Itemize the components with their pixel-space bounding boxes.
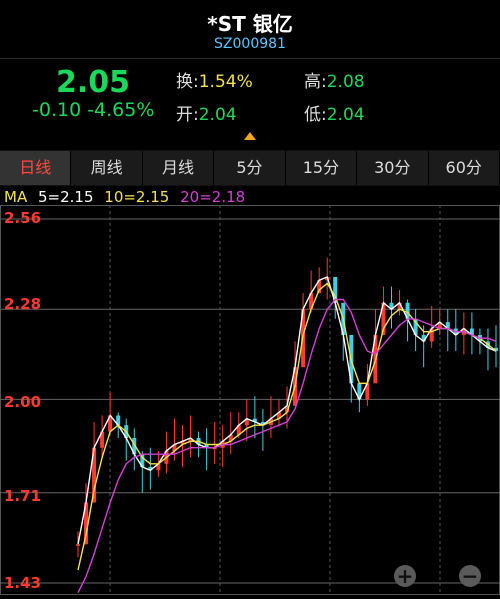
price-change: -0.10 -4.65% (32, 99, 155, 121)
zoom-in-button[interactable]: + (394, 565, 416, 587)
kline-chart[interactable]: 2.56 2.28 2.00 1.71 1.43 (0, 205, 500, 595)
tab-day[interactable]: 日线 (0, 151, 72, 185)
ma20-value: 20=2.18 (180, 188, 246, 206)
ma20-line (77, 298, 497, 594)
open-label: 开: (176, 105, 199, 125)
header: *ST 银亿 SZ000981 (0, 0, 500, 58)
quote-panel: 2.05 -0.10 -4.65% 换:1.54% 高:2.08 开:2.04 … (0, 59, 500, 140)
chart-frame (0, 205, 500, 595)
y-tick-label: 1.43 (4, 574, 42, 592)
tab-week[interactable]: 周线 (71, 151, 143, 185)
stock-code: SZ000981 (214, 36, 286, 52)
chart-svg (0, 205, 500, 595)
ma5-value: 5=2.15 (37, 188, 94, 206)
y-tick-label: 1.71 (4, 487, 42, 505)
open-stat: 开:2.04 (176, 100, 237, 125)
high-stat: 高:2.08 (304, 67, 365, 92)
low-label: 低: (304, 105, 327, 125)
zoom-out-button[interactable]: − (459, 565, 481, 587)
tab-5min[interactable]: 5分 (214, 151, 286, 185)
high-value: 2.08 (326, 72, 365, 92)
turnover-label: 换: (176, 72, 199, 92)
y-tick-label: 2.56 (4, 209, 42, 227)
tab-30min[interactable]: 30分 (357, 151, 429, 185)
low-value: 2.04 (326, 105, 365, 125)
ma-legend: MA 5=2.15 10=2.15 20=2.18 (4, 188, 251, 206)
turnover-value: 1.54% (198, 72, 253, 92)
y-tick-label: 2.28 (4, 295, 42, 313)
candle-body (76, 544, 80, 546)
high-label: 高: (304, 72, 327, 92)
current-price: 2.05 (56, 65, 131, 100)
tab-60min[interactable]: 60分 (428, 151, 500, 185)
expand-arrow-icon[interactable] (244, 132, 256, 140)
tab-month[interactable]: 月线 (142, 151, 215, 185)
minus-icon: − (461, 564, 479, 588)
stock-title: *ST 银亿 (207, 12, 293, 36)
open-value: 2.04 (198, 105, 237, 125)
period-tabs: 日线 周线 月线 5分 15分 30分 60分 (0, 150, 500, 186)
ma10-value: 10=2.15 (104, 188, 170, 206)
y-tick-label: 2.00 (4, 393, 42, 411)
low-stat: 低:2.04 (304, 100, 365, 125)
ma-label: MA (4, 188, 28, 206)
plus-icon: + (396, 564, 414, 588)
tab-15min[interactable]: 15分 (285, 151, 358, 185)
turnover-stat: 换:1.54% (176, 67, 253, 92)
